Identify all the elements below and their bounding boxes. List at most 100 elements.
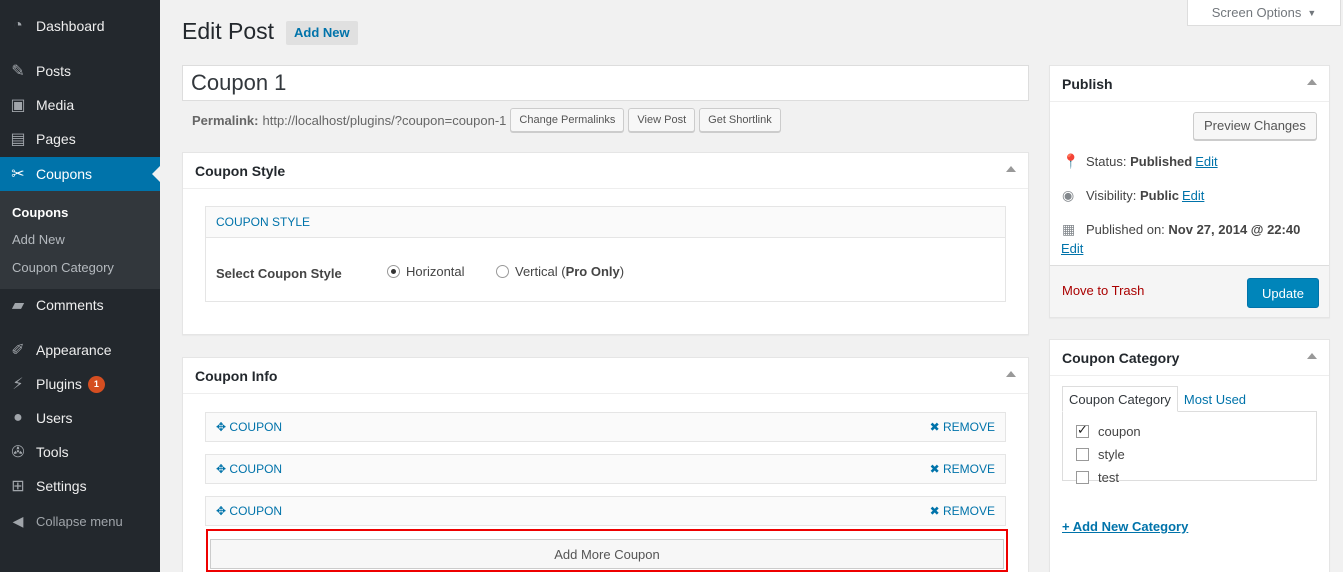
collapse-icon: ◀ — [12, 512, 24, 529]
coupon-icon: ✂ — [11, 166, 25, 183]
menu-tools[interactable]: ✇ Tools — [0, 435, 160, 469]
move-icon[interactable]: ✥ — [216, 420, 226, 434]
pages-icon: ▤ — [10, 131, 26, 148]
edit-visibility-link[interactable]: Edit — [1182, 188, 1204, 203]
checkbox-unchecked-icon[interactable] — [1076, 448, 1089, 461]
coupon-style-header[interactable]: Coupon Style — [183, 153, 1028, 189]
collapse-arrow-icon[interactable] — [1307, 353, 1317, 359]
coupon-style-inner: COUPON STYLE Select Coupon Style Horizon… — [205, 206, 1006, 302]
status-row: 📍 Status: Published Edit — [1062, 153, 1218, 169]
menu-comments[interactable]: ▰ Comments — [0, 288, 160, 322]
visibility-row: ◉ Visibility: Public Edit — [1062, 187, 1205, 203]
menu-posts[interactable]: ✎ Posts — [0, 54, 160, 88]
dashboard-icon: ◔ — [13, 17, 23, 34]
coupon-info-header[interactable]: Coupon Info — [183, 358, 1028, 394]
coupon-style-inner-title: COUPON STYLE — [206, 207, 1005, 238]
menu-plugins[interactable]: ⚡ Plugins 1 — [0, 367, 160, 401]
select-style-label: Select Coupon Style — [216, 266, 342, 281]
coupon-category-header[interactable]: Coupon Category — [1050, 340, 1329, 376]
coupon-row[interactable]: ✥ COUPON ✖ REMOVE — [205, 454, 1006, 484]
coupon-row[interactable]: ✥ COUPON ✖ REMOVE — [205, 412, 1006, 442]
category-item-style[interactable]: style — [1063, 443, 1316, 466]
eye-icon: ◉ — [1062, 187, 1075, 203]
close-icon: ✖ — [929, 462, 940, 476]
collapse-menu-button[interactable]: ◀ Collapse menu — [0, 506, 160, 536]
menu-users[interactable]: ● Users — [0, 401, 160, 435]
admin-sidebar: ◔ Dashboard ✎ Posts ▣ Media ▤ Pages ✂ Coupons… — [0, 0, 160, 572]
submenu-coupons[interactable]: Coupons — [12, 205, 68, 220]
user-icon: ● — [13, 409, 23, 426]
post-title-input[interactable]: Coupon 1 — [182, 65, 1029, 101]
change-permalinks-button[interactable]: Change Permalinks — [510, 108, 625, 132]
coupon-row-title[interactable]: ✥ COUPON — [216, 504, 282, 518]
add-new-button[interactable]: Add New — [286, 21, 358, 45]
edit-date-link[interactable]: Edit — [1061, 241, 1083, 256]
move-icon[interactable]: ✥ — [216, 462, 226, 476]
media-icon: ▣ — [10, 97, 26, 114]
calendar-icon: ▦ — [1062, 221, 1076, 237]
wrench-icon: ✇ — [11, 444, 25, 461]
update-button[interactable]: Update — [1247, 278, 1319, 308]
remove-button[interactable]: ✖ REMOVE — [930, 504, 995, 518]
radio-horizontal[interactable]: Horizontal — [387, 264, 465, 279]
permalink-bar: Permalink: http://localhost/plugins/?cou… — [192, 108, 781, 132]
page-title: Edit Post — [182, 18, 275, 44]
publish-actions: Move to Trash Update — [1050, 265, 1329, 317]
published-on-row: ▦ Published on: Nov 27, 2014 @ 22:40 — [1062, 221, 1301, 237]
radio-unchecked-icon[interactable] — [496, 265, 509, 278]
plugin-update-badge: 1 — [87, 375, 105, 393]
category-item-test[interactable]: test — [1063, 466, 1316, 489]
category-item-coupon[interactable]: coupon — [1063, 420, 1316, 443]
settings-icon: ⊞ — [11, 478, 25, 495]
pin-icon: 📍 — [1062, 153, 1080, 169]
move-to-trash-link[interactable]: Move to Trash — [1062, 283, 1144, 298]
edit-status-link[interactable]: Edit — [1195, 154, 1217, 169]
coupon-info-box: Coupon Info ✥ COUPON ✖ REMOVE ✥ COUPON ✖ R… — [182, 357, 1029, 572]
checkbox-checked-icon[interactable] — [1076, 422, 1089, 438]
collapse-arrow-icon[interactable] — [1307, 79, 1317, 85]
collapse-arrow-icon[interactable] — [1006, 166, 1016, 172]
coupons-submenu: Coupons Add New Coupon Category — [0, 191, 160, 289]
submenu-coupon-category[interactable]: Coupon Category — [12, 260, 114, 275]
close-icon: ✖ — [929, 420, 940, 434]
publish-header[interactable]: Publish — [1050, 66, 1329, 102]
menu-media[interactable]: ▣ Media — [0, 88, 160, 122]
view-post-button[interactable]: View Post — [628, 108, 696, 132]
category-tabs: Coupon Category Most Used — [1062, 386, 1252, 412]
submenu-add-new[interactable]: Add New — [12, 232, 65, 247]
coupon-category-box: Coupon Category Coupon Category Most Use… — [1049, 339, 1330, 572]
permalink-label: Permalink: — [192, 112, 259, 128]
get-shortlink-button[interactable]: Get Shortlink — [699, 108, 781, 132]
radio-vertical[interactable]: Vertical (Pro Only) — [496, 264, 624, 279]
remove-button[interactable]: ✖ REMOVE — [930, 420, 995, 434]
coupon-row-title[interactable]: ✥ COUPON — [216, 420, 282, 434]
brush-icon: ✐ — [11, 342, 25, 359]
radio-checked-icon[interactable] — [387, 265, 400, 278]
add-new-category-link[interactable]: + Add New Category — [1062, 519, 1188, 534]
menu-settings[interactable]: ⊞ Settings — [0, 469, 160, 503]
checkbox-unchecked-icon[interactable] — [1076, 471, 1089, 484]
preview-changes-button[interactable]: Preview Changes — [1193, 112, 1317, 140]
tab-most-used[interactable]: Most Used — [1178, 386, 1252, 412]
coupon-style-box: Coupon Style COUPON STYLE Select Coupon … — [182, 152, 1029, 335]
comment-icon: ▰ — [11, 297, 25, 314]
chevron-down-icon: ▼ — [1307, 7, 1317, 18]
remove-button[interactable]: ✖ REMOVE — [930, 462, 995, 476]
close-icon: ✖ — [929, 504, 940, 518]
category-checklist: coupon style test — [1062, 411, 1317, 485]
tab-all-categories[interactable]: Coupon Category — [1062, 386, 1178, 412]
plugin-icon: ⚡ — [12, 376, 24, 393]
pin-icon: ✎ — [11, 63, 25, 80]
add-more-highlight: Add More Coupon — [206, 529, 1008, 572]
coupon-row-title[interactable]: ✥ COUPON — [216, 462, 282, 476]
coupon-row[interactable]: ✥ COUPON ✖ REMOVE — [205, 496, 1006, 526]
menu-appearance[interactable]: ✐ Appearance — [0, 333, 160, 367]
move-icon[interactable]: ✥ — [216, 504, 226, 518]
menu-coupons[interactable]: ✂ Coupons — [0, 157, 160, 191]
menu-pages[interactable]: ▤ Pages — [0, 122, 160, 156]
screen-options-button[interactable]: Screen Options ▼ — [1187, 0, 1341, 26]
collapse-arrow-icon[interactable] — [1006, 371, 1016, 377]
permalink-url[interactable]: http://localhost/plugins/?coupon=coupon-… — [262, 113, 506, 128]
add-more-coupon-button[interactable]: Add More Coupon — [210, 539, 1004, 569]
menu-dashboard[interactable]: ◔ Dashboard — [0, 9, 160, 43]
